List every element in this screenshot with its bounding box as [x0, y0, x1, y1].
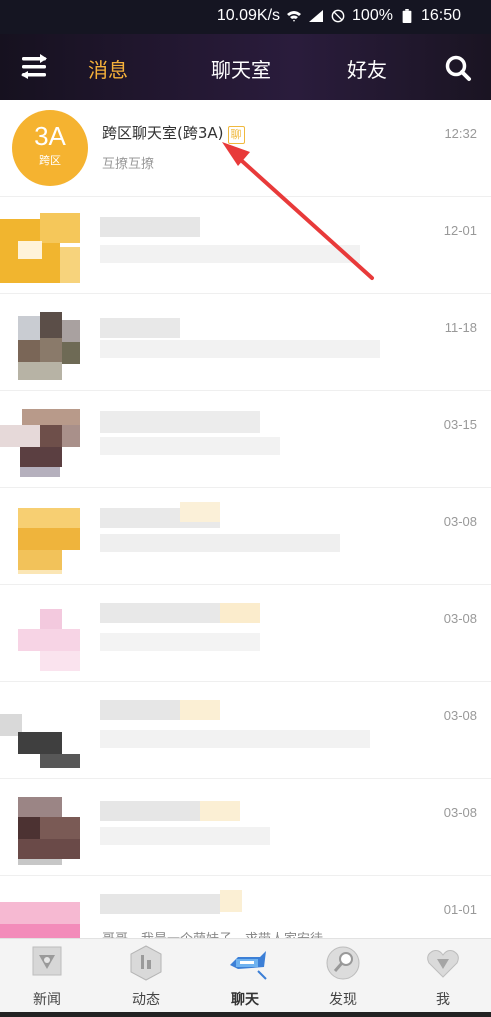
conversation-time: 03-15: [443, 417, 477, 432]
chat-tag-badge: 聊: [227, 126, 245, 144]
menu-swap-icon[interactable]: [20, 54, 48, 80]
discover-compass-icon: [326, 946, 360, 980]
clock: 16:50: [420, 7, 461, 24]
nav-me[interactable]: 我: [408, 943, 478, 1009]
top-header: 消息 聊天室 好友: [0, 34, 491, 100]
chat-rocket-icon: [229, 951, 267, 980]
signal-icon: [309, 10, 324, 22]
search-icon[interactable]: [444, 54, 472, 82]
chatroom-avatar: 3A 跨区: [12, 110, 88, 186]
battery-percent: 100%: [352, 7, 393, 24]
system-nav-strip: [0, 1012, 491, 1017]
conversation-preview: 哥哥，我是一个萌妹子，求带人家安徒: [102, 928, 323, 938]
nav-news-label: 新闻: [33, 992, 61, 1008]
bottom-navigation: 新闻 动态 聊天 发现 我: [0, 938, 491, 1013]
conversation-row[interactable]: 11-18: [0, 294, 491, 391]
tab-chatroom[interactable]: 聊天室: [211, 54, 271, 83]
nav-me-label: 我: [436, 992, 450, 1008]
tab-friends[interactable]: 好友: [347, 54, 387, 83]
tab-messages[interactable]: 消息: [88, 54, 128, 83]
avatar-text-3a: 3A: [34, 121, 66, 151]
avatar: [0, 789, 90, 865]
conversation-title: 跨区聊天室(跨3A) 聊: [102, 122, 245, 144]
avatar: [0, 595, 90, 671]
conversation-row[interactable]: 03-08: [0, 682, 491, 779]
conversation-time: 03-08: [443, 611, 477, 626]
conversation-preview: 互撩互撩: [102, 157, 155, 172]
avatar: [0, 401, 90, 477]
avatar: [0, 498, 90, 574]
nav-news[interactable]: 新闻: [12, 943, 82, 1009]
network-speed: 10.09K/s: [216, 7, 281, 24]
conversation-time: 03-08: [443, 514, 477, 529]
conversation-row[interactable]: 03-08: [0, 488, 491, 585]
conversation-time: 03-08: [443, 805, 477, 820]
conversation-time: 01-01: [443, 902, 477, 917]
conversation-row[interactable]: 03-08: [0, 585, 491, 682]
conversation-row[interactable]: 03-08: [0, 779, 491, 876]
conversation-time: 12-01: [443, 223, 477, 238]
status-bar: 10.09K/s 100% 16:50: [0, 0, 491, 34]
wifi-icon: [287, 11, 302, 22]
conversation-row[interactable]: 03-15: [0, 391, 491, 488]
nav-chat[interactable]: 聊天: [210, 943, 280, 1009]
avatar: [0, 207, 90, 283]
conversation-time: 11-18: [444, 320, 477, 335]
do-not-disturb-icon: [331, 9, 345, 23]
conversation-list: 3A 跨区 跨区聊天室(跨3A) 聊 互撩互撩 12:32 12-01 11-1…: [0, 100, 491, 938]
avatar: [0, 886, 90, 938]
news-shield-icon: [32, 946, 62, 976]
me-heart-icon: [427, 950, 459, 978]
conversation-title-text: 跨区聊天室(跨3A): [102, 124, 224, 142]
conversation-row[interactable]: 哥哥，我是一个萌妹子，求带人家安徒 01-01: [0, 876, 491, 938]
avatar-text-region: 跨区: [39, 154, 61, 167]
avatar: [0, 304, 90, 380]
nav-chat-label: 聊天: [231, 992, 259, 1008]
nav-discover-label: 发现: [329, 992, 357, 1008]
avatar: [0, 692, 90, 768]
battery-icon: [402, 9, 412, 23]
conversation-time: 03-08: [443, 708, 477, 723]
conversation-row-chatroom[interactable]: 3A 跨区 跨区聊天室(跨3A) 聊 互撩互撩 12:32: [0, 100, 491, 197]
hexagon-feed-icon: [130, 945, 162, 981]
nav-feed-label: 动态: [132, 992, 160, 1008]
nav-feed[interactable]: 动态: [111, 943, 181, 1009]
conversation-row[interactable]: 12-01: [0, 197, 491, 294]
conversation-time: 12:32: [444, 126, 477, 141]
nav-discover[interactable]: 发现: [308, 943, 378, 1009]
